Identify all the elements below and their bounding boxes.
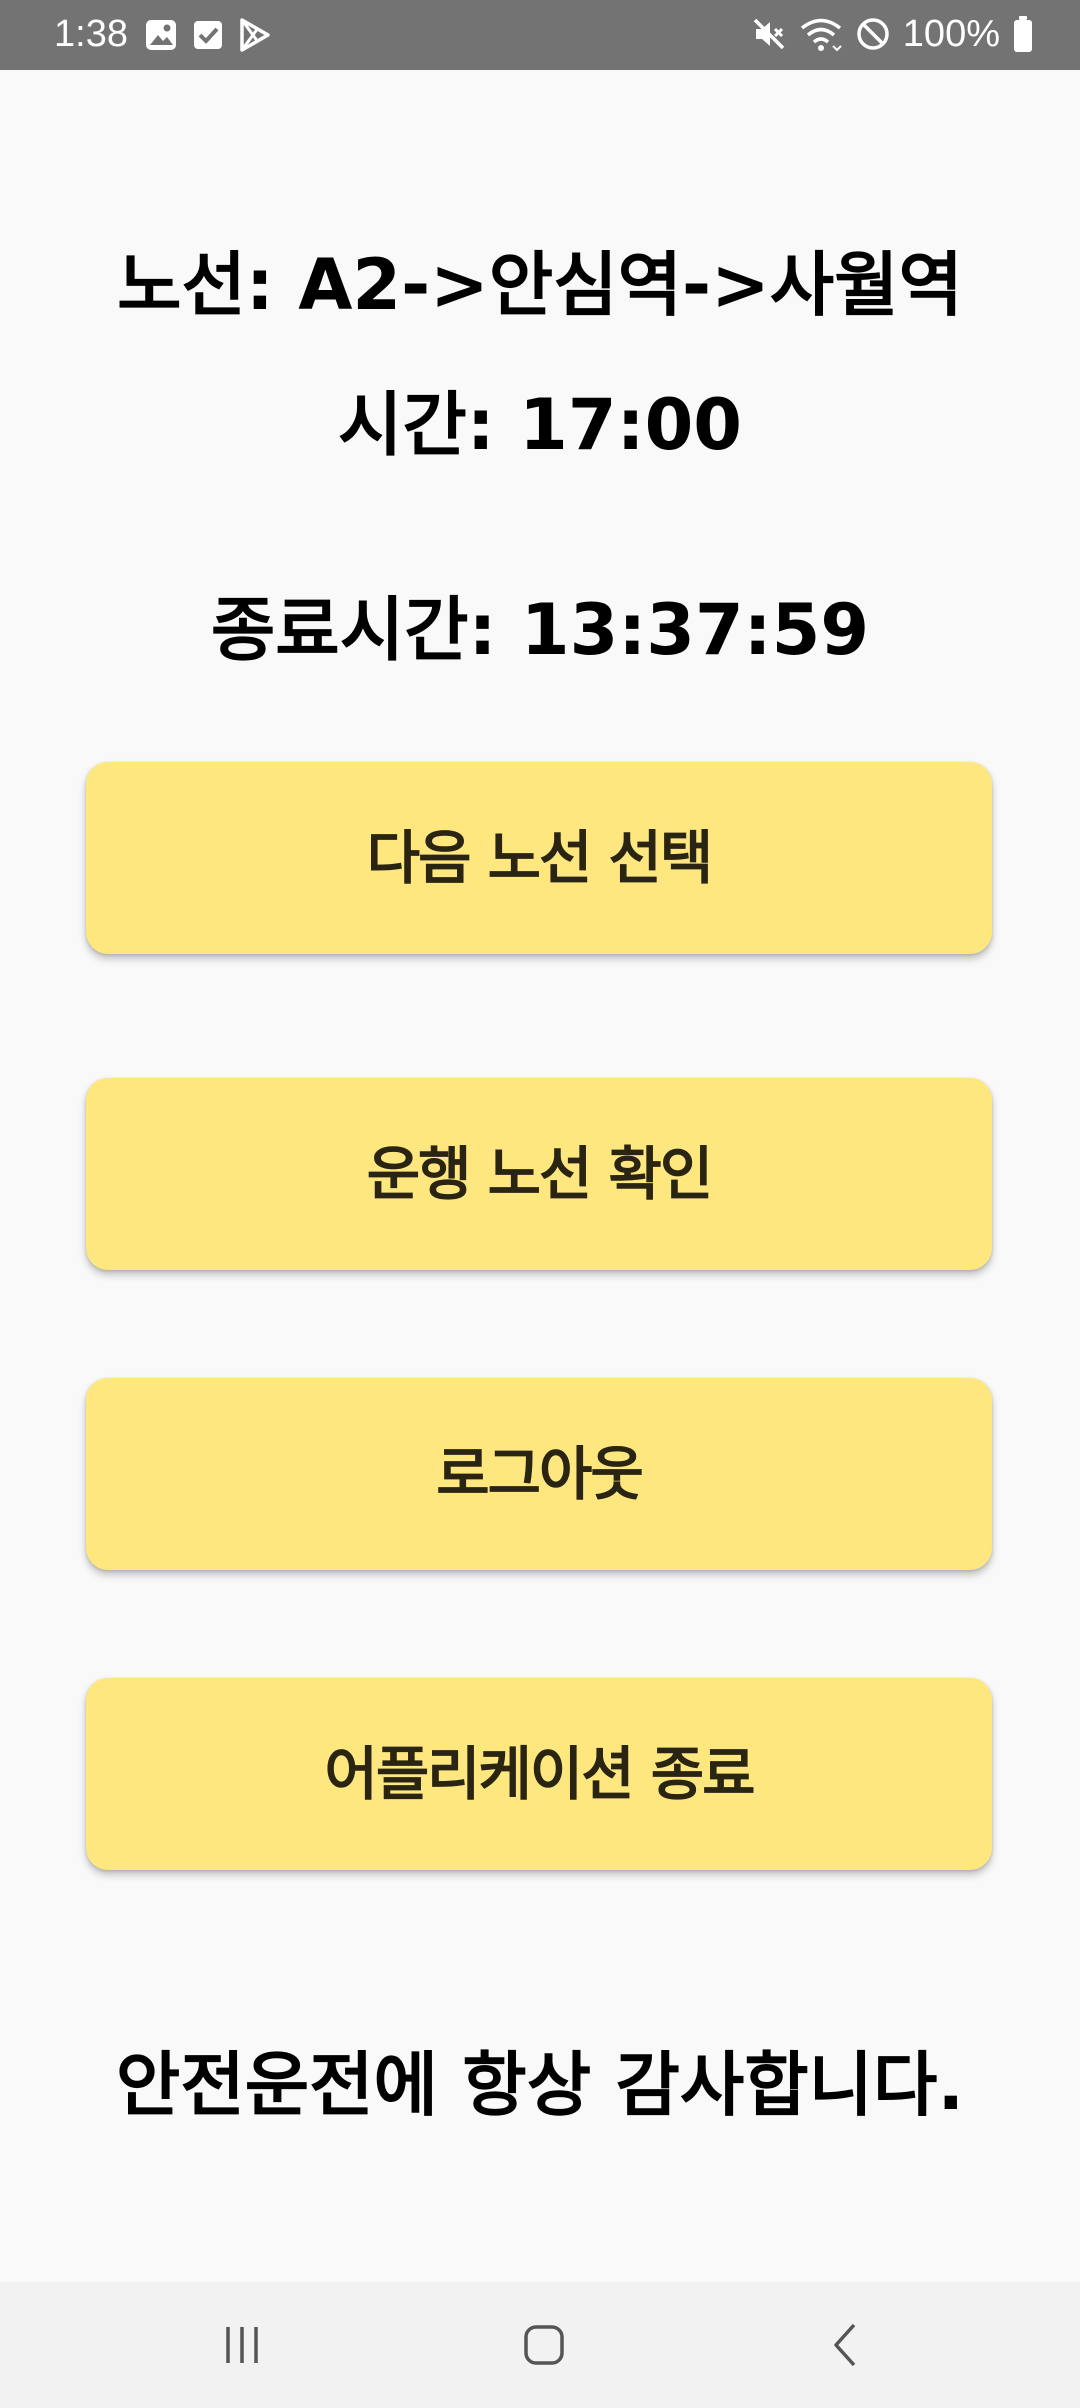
back-button[interactable] bbox=[786, 2312, 906, 2378]
logout-button[interactable]: 로그아웃 bbox=[86, 1378, 992, 1570]
status-left-icons bbox=[144, 16, 272, 54]
battery-percent: 100% bbox=[902, 13, 1000, 55]
status-right: 100% bbox=[751, 13, 1034, 55]
time-text: 시간: 17:00 bbox=[338, 384, 742, 466]
recents-button[interactable] bbox=[182, 2312, 302, 2378]
route-text: 노선: A2->안심역->사월역 bbox=[117, 244, 963, 326]
recents-icon bbox=[220, 2323, 264, 2367]
navigation-bar bbox=[0, 2282, 1080, 2408]
exit-app-button[interactable]: 어플리케이션 종료 bbox=[86, 1678, 992, 1870]
wifi-icon bbox=[799, 16, 843, 52]
image-icon bbox=[144, 18, 178, 52]
status-time: 1:38 bbox=[54, 13, 128, 55]
battery-icon bbox=[1012, 15, 1034, 53]
status-bar: 1:38 100% bbox=[0, 0, 1080, 70]
back-icon bbox=[824, 2321, 868, 2369]
mute-icon bbox=[751, 16, 787, 52]
end-time-text: 종료시간: 13:37:59 bbox=[210, 589, 870, 671]
checkbox-icon bbox=[192, 19, 224, 51]
play-store-icon bbox=[238, 17, 272, 53]
next-route-button[interactable]: 다음 노선 선택 bbox=[86, 762, 992, 954]
home-icon bbox=[522, 2323, 566, 2367]
check-route-button[interactable]: 운행 노선 확인 bbox=[86, 1078, 992, 1270]
do-not-disturb-icon bbox=[855, 16, 891, 52]
footer-message: 안전운전에 항상 감사합니다. bbox=[115, 2044, 965, 2126]
home-button[interactable] bbox=[484, 2312, 604, 2378]
